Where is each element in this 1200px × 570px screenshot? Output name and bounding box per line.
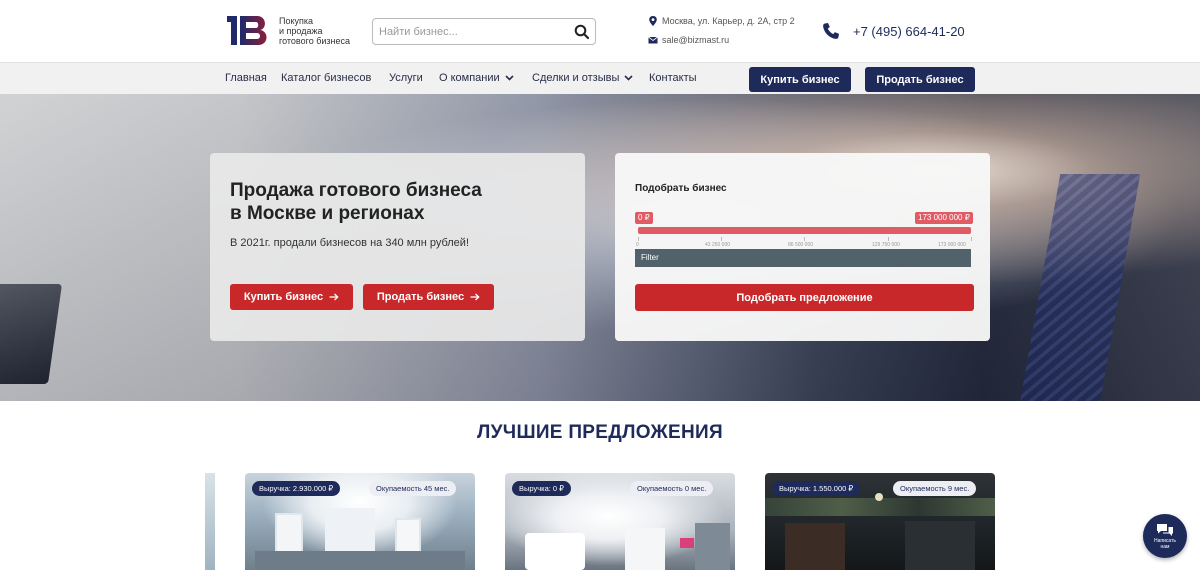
- hero-buy-button[interactable]: Купить бизнес: [230, 284, 353, 310]
- address-text: Москва, ул. Карьер, д. 2А, стр 2: [662, 16, 795, 26]
- slider-tick-label: 86 500 000: [788, 242, 814, 248]
- hero-intro-panel: Продажа готового бизнеса в Москве и реги…: [210, 153, 585, 341]
- business-filter-panel: Подобрать бизнес 0 ₽ 173 000 000 ₽ 0 43 …: [615, 153, 990, 341]
- hero-title-line: в Москве и регионах: [230, 203, 425, 224]
- location-icon: [649, 16, 657, 26]
- main-nav: Главная Каталог бизнесов Услуги О компан…: [0, 62, 1200, 94]
- slider-tick-mark: [721, 237, 722, 241]
- sell-business-button[interactable]: Продать бизнес: [865, 67, 975, 92]
- price-range-slider[interactable]: [638, 227, 971, 234]
- hero-title: Продажа готового бизнеса в Москве и реги…: [230, 179, 550, 225]
- nav-item-services[interactable]: Услуги: [389, 72, 423, 84]
- payback-badge: Окупаемость 0 мес.: [630, 481, 714, 496]
- find-offer-button[interactable]: Подобрать предложение: [635, 284, 974, 311]
- slider-tick-mark: [638, 237, 639, 241]
- nav-label: Каталог бизнесов: [281, 72, 372, 84]
- hero-subtitle: В 2021г. продали бизнесов на 340 млн руб…: [230, 237, 470, 249]
- site-header: Покупка и продажа готового бизнеса Москв…: [0, 0, 1200, 62]
- hero-title-line: Продажа готового бизнеса: [230, 180, 482, 201]
- offer-card[interactable]: Выручка: 2.930.000 ₽ Окупаемость 45 мес.: [245, 473, 475, 570]
- search-box: [372, 18, 596, 45]
- arrow-right-icon: [470, 293, 480, 301]
- button-label: Продать бизнес: [376, 291, 465, 303]
- nav-item-contacts[interactable]: Контакты: [649, 72, 697, 84]
- tagline-line: и продажа: [279, 26, 323, 36]
- hero-overlay: [0, 94, 1200, 401]
- chevron-down-icon: [505, 75, 514, 81]
- phone-icon: [823, 23, 839, 39]
- payback-badge: Окупаемость 9 мес.: [893, 481, 977, 496]
- phone-number[interactable]: +7 (495) 664-41-20: [853, 24, 965, 39]
- slider-tick-label: 173 000 000: [938, 242, 966, 248]
- slider-tick-label: 43 250 000: [705, 242, 731, 248]
- email-link[interactable]: sale@bizmast.ru: [662, 35, 729, 45]
- nav-item-about[interactable]: О компании: [439, 72, 514, 84]
- nav-label: Главная: [225, 72, 267, 84]
- revenue-badge: Выручка: 2.930.000 ₽: [252, 481, 341, 496]
- filter-button[interactable]: Filter: [635, 249, 971, 267]
- nav-label: Услуги: [389, 72, 423, 84]
- payback-badge: Окупаемость 45 мес.: [369, 481, 457, 496]
- filter-title: Подобрать бизнес: [635, 183, 727, 194]
- chat-label-line: нам: [1160, 543, 1170, 550]
- hero-section: Продажа готового бизнеса в Москве и реги…: [0, 94, 1200, 401]
- nav-label: Контакты: [649, 72, 697, 84]
- best-offers-heading: ЛУЧШИЕ ПРЕДЛОЖЕНИЯ: [477, 422, 723, 443]
- carousel-partial-card[interactable]: [205, 473, 215, 570]
- site-logo[interactable]: [225, 14, 271, 47]
- tagline-line: Покупка: [279, 16, 314, 26]
- arrow-right-icon: [329, 293, 339, 301]
- slider-tick-mark: [971, 237, 972, 241]
- price-min-label: 0 ₽: [635, 212, 653, 224]
- tagline-line: готового бизнеса: [279, 36, 350, 46]
- nav-item-home[interactable]: Главная: [225, 72, 267, 84]
- nav-label: Сделки и отзывы: [532, 72, 620, 84]
- nav-item-catalog[interactable]: Каталог бизнесов: [281, 72, 371, 84]
- chat-icon: [1157, 523, 1173, 536]
- hero-sell-button[interactable]: Продать бизнес: [363, 284, 494, 310]
- button-label: Подобрать предложение: [736, 291, 873, 304]
- buy-business-button[interactable]: Купить бизнес: [749, 67, 851, 92]
- button-label: Купить бизнес: [243, 291, 324, 303]
- address-row: Москва, ул. Карьер, д. 2А, стр 2: [648, 16, 795, 26]
- chat-widget-button[interactable]: Написать нам: [1143, 514, 1187, 558]
- search-icon[interactable]: [573, 23, 591, 41]
- chat-label: Написать нам: [1154, 538, 1176, 550]
- offer-card[interactable]: Выручка: 0 ₽ Окупаемость 0 мес.: [505, 473, 735, 570]
- mail-icon: [648, 36, 658, 44]
- price-max-label: 173 000 000 ₽: [915, 212, 973, 224]
- chevron-down-icon: [624, 75, 633, 81]
- logo-tagline: Покупка и продажа готового бизнеса: [279, 16, 369, 46]
- nav-label: О компании: [439, 72, 500, 84]
- slider-tick-label: 0: [636, 242, 639, 248]
- revenue-badge: Выручка: 0 ₽: [512, 481, 571, 496]
- search-input[interactable]: [379, 24, 569, 40]
- slider-tick-mark: [804, 237, 805, 241]
- offer-card[interactable]: Выручка: 1.550.000 ₽ Окупаемость 9 мес.: [765, 473, 995, 570]
- nav-item-deals[interactable]: Сделки и отзывы: [532, 72, 633, 84]
- slider-tick-mark: [888, 237, 889, 241]
- slider-tick-label: 129 750 000: [872, 242, 900, 248]
- email-row: sale@bizmast.ru: [648, 35, 729, 45]
- revenue-badge: Выручка: 1.550.000 ₽: [772, 481, 861, 496]
